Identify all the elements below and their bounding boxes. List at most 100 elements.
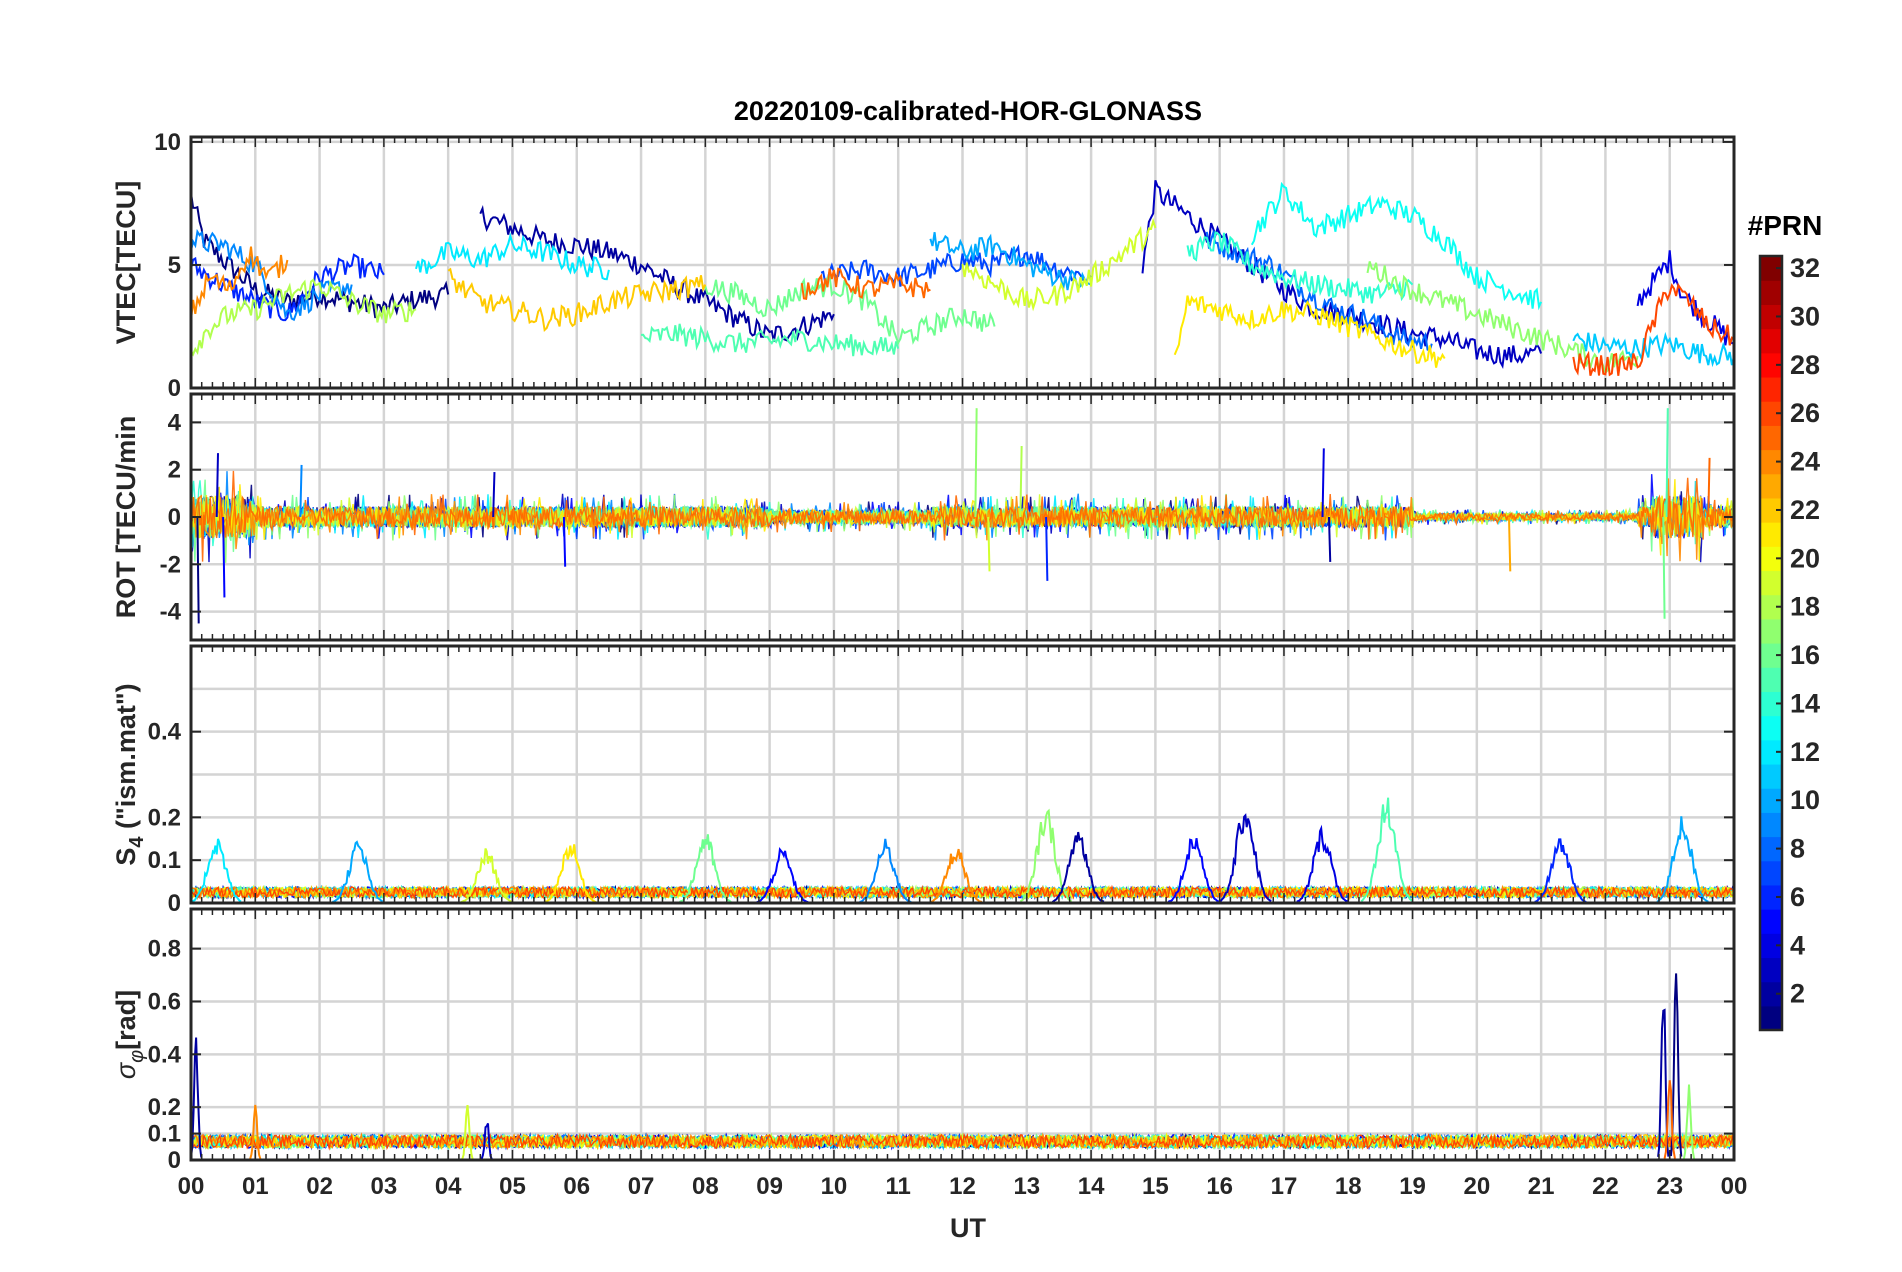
x-tick-label: 07 [628, 1173, 655, 1200]
colorbar-swatch [1760, 425, 1782, 451]
y-axis-label-sub: φ [126, 1050, 148, 1063]
panels: 0510VTEC[TECU]-4-2024ROT [TECU/min00.10.… [111, 129, 1747, 1200]
colorbar-tick-label: 6 [1790, 882, 1805, 912]
x-tick-label: 05 [499, 1173, 526, 1200]
colorbar-swatch [1760, 328, 1782, 354]
colorbar-tick-label: 22 [1790, 495, 1820, 525]
y-tick-label: 2 [168, 457, 181, 484]
colorbar-swatch [1760, 763, 1782, 789]
y-tick-label: 10 [154, 129, 181, 156]
x-tick-label: 01 [242, 1173, 269, 1200]
colorbar-swatch [1760, 280, 1782, 305]
colorbar-tick-label: 26 [1790, 398, 1820, 428]
colorbar-tick-label: 14 [1790, 688, 1820, 718]
colorbar-swatch [1760, 715, 1782, 741]
colorbar-title: #PRN [1748, 210, 1823, 241]
x-tick-label: 00 [1721, 1173, 1748, 1200]
y-tick-label: 0.8 [148, 936, 181, 963]
x-tick-label: 20 [1463, 1173, 1490, 1200]
rot-spike-prn-9 [299, 464, 303, 518]
colorbar-swatch [1760, 618, 1782, 644]
x-tick-label: 09 [756, 1173, 783, 1200]
colorbar-tick-label: 28 [1790, 350, 1820, 380]
y-axis-label-rest: [rad] [111, 990, 141, 1050]
y-axis-label-rot: ROT [TECU/min [111, 416, 141, 619]
colorbar-tick-label: 20 [1790, 543, 1820, 573]
panel-rot: -4 -2 0 2 4 ROT [TECU/min [111, 392, 1736, 642]
y-tick-label: 0.4 [148, 1041, 182, 1068]
x-tick-label: 18 [1335, 1173, 1362, 1200]
rot-spike-prn-5 [222, 516, 226, 598]
panel-vtec: 0 5 10 VTEC[TECU] [111, 129, 1736, 402]
panel-sigma: 00.10.2 0.4 0.6 0.8 σφ[rad] 00 01 02 03 04 05 06 07 0… [111, 907, 1748, 1200]
x-tick-label: 23 [1656, 1173, 1683, 1200]
colorbar-swatch [1760, 667, 1782, 692]
figure: 20220109-calibrated-HOR-GLONASS 0510VTEC… [0, 0, 1902, 1272]
y-tick-label: 0 [168, 375, 181, 402]
rot-spike-prn-17 [974, 408, 978, 518]
x-tick-label: 03 [371, 1173, 398, 1200]
colorbar-tick-label: 8 [1790, 834, 1805, 864]
colorbar-swatch [1760, 570, 1782, 596]
x-tick-label: 12 [949, 1173, 976, 1200]
x-tick-label: 22 [1592, 1173, 1619, 1200]
colorbar-tick-label: 16 [1790, 640, 1820, 670]
x-axis-label: UT [950, 1213, 986, 1243]
rot-spike-prn-6 [1045, 516, 1049, 581]
colorbar-tick-label: 4 [1790, 930, 1805, 960]
rot-spike-prn-1 [196, 516, 200, 624]
x-tick-label: 17 [1271, 1173, 1298, 1200]
colorbar-swatch [1760, 957, 1782, 983]
y-tick-label: 0.1 [148, 847, 181, 874]
colorbar-tick-label: 32 [1790, 253, 1820, 283]
colorbar-tick-label: 12 [1790, 737, 1820, 767]
x-tick-label: 08 [692, 1173, 719, 1200]
colorbar-swatch [1760, 473, 1782, 499]
y-tick-label: 0 [168, 1147, 181, 1174]
y-tick-label: 5 [168, 252, 181, 279]
colorbar-tick-label: 30 [1790, 301, 1820, 331]
figure-title: 20220109-calibrated-HOR-GLONASS [734, 96, 1202, 126]
y-axis-label-main: S [111, 848, 141, 866]
y-axis-label-vtec: VTEC[TECU] [111, 181, 141, 345]
y-axis-label-rest: ("ism.mat") [111, 683, 141, 836]
panel-s4: 00.10.20.4S4 ("ism.mat") [111, 644, 1736, 917]
y-tick-label: 0 [168, 890, 181, 917]
rot-spike-prn-2 [1327, 516, 1332, 562]
rot-spike-prn-15 [1665, 408, 1669, 518]
y-tick-label: 0.1 [148, 1121, 181, 1148]
x-tick-label: 02 [306, 1173, 333, 1200]
rot-spike-prn-16 [1662, 516, 1666, 619]
x-tick-label: 15 [1142, 1173, 1169, 1200]
y-tick-label: 4 [168, 409, 182, 436]
y-tick-label: -2 [160, 551, 181, 578]
y-tick-label: 0.2 [148, 1094, 181, 1121]
x-tick-label: 16 [1206, 1173, 1233, 1200]
rot-spike-prn-18 [1019, 446, 1023, 518]
colorbar-tick-label: 18 [1790, 592, 1820, 622]
y-tick-label: 0.4 [148, 719, 182, 746]
x-tick-label: 06 [563, 1173, 590, 1200]
colorbar-swatch [1760, 812, 1782, 838]
colorbar-swatch [1760, 376, 1782, 402]
colorbar-tick-label: 24 [1790, 447, 1820, 477]
colorbar-tick-label: 2 [1790, 979, 1805, 1009]
x-tick-label: 10 [821, 1173, 848, 1200]
x-tick-label: 21 [1528, 1173, 1555, 1200]
rot-spike-prn-4 [1321, 448, 1325, 518]
x-tick-label: 13 [1013, 1173, 1040, 1200]
rot-spike-prn-3 [492, 472, 496, 518]
rot-spike-prn-19 [987, 516, 991, 572]
colorbar-swatch [1760, 522, 1782, 547]
rot-spike-prn-25 [1707, 457, 1711, 518]
y-tick-label: 0 [168, 504, 181, 531]
y-tick-label: -4 [160, 599, 182, 626]
rot-spike-prn-3 [215, 453, 220, 518]
colorbar-tick-label: 10 [1790, 785, 1820, 815]
x-tick-label: 11 [886, 1173, 911, 1200]
colorbar-swatch [1760, 1005, 1782, 1031]
y-tick-label: 0.6 [148, 988, 181, 1015]
colorbar-swatch [1760, 909, 1782, 934]
y-tick-label: 0.2 [148, 804, 181, 831]
x-tick-label: 14 [1078, 1173, 1105, 1200]
